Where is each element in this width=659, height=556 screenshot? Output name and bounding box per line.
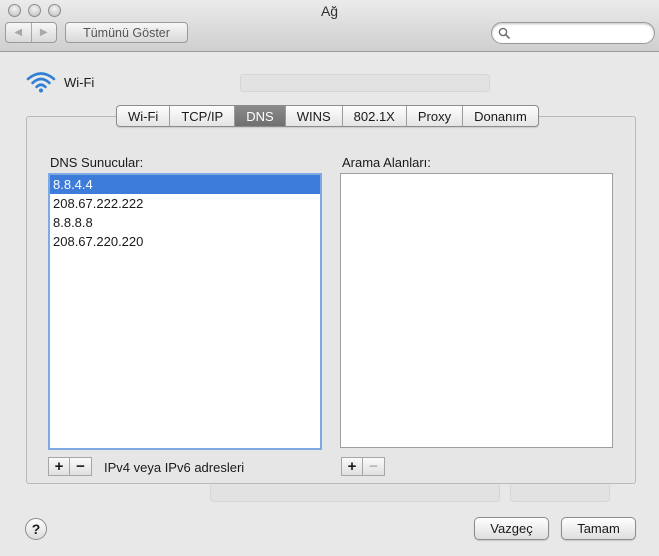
show-all-button[interactable]: Tümünü Göster	[65, 22, 188, 43]
dns-servers-list[interactable]: 8.8.4.4 208.67.222.222 8.8.8.8 208.67.22…	[48, 173, 322, 450]
tab-8021x[interactable]: 802.1X	[343, 106, 407, 126]
list-item[interactable]: 8.8.4.4	[50, 175, 320, 194]
interface-header: Wi-Fi	[26, 70, 94, 94]
settings-tabs: Wi-Fi TCP/IP DNS WINS 802.1X Proxy Donan…	[116, 105, 539, 127]
dns-add-remove-control: + −	[48, 457, 92, 476]
back-forward-control[interactable]: ◀ ▶	[5, 22, 57, 43]
address-hint: IPv4 veya IPv6 adresleri	[104, 460, 245, 475]
remove-dns-server-button[interactable]: −	[70, 458, 91, 475]
tab-wifi[interactable]: Wi-Fi	[117, 106, 171, 126]
search-icon	[498, 27, 510, 39]
search-domains-list[interactable]	[340, 173, 613, 448]
list-item[interactable]: 8.8.8.8	[50, 213, 320, 232]
search-domain-add-remove-control: + −	[341, 457, 385, 476]
interface-name: Wi-Fi	[64, 74, 95, 90]
tab-dns[interactable]: DNS	[235, 106, 286, 126]
tab-proxy[interactable]: Proxy	[407, 106, 464, 126]
add-dns-server-button[interactable]: +	[49, 458, 70, 475]
tab-tcpip[interactable]: TCP/IP	[170, 106, 236, 126]
list-item[interactable]: 208.67.220.220	[50, 232, 320, 251]
tab-wins[interactable]: WINS	[286, 106, 343, 126]
dns-servers-label: DNS Sunucular:	[50, 155, 144, 170]
window-toolbar: Ağ ◀ ▶ Tümünü Göster	[0, 0, 659, 52]
ok-button[interactable]: Tamam	[561, 517, 636, 540]
add-search-domain-button[interactable]: +	[342, 458, 363, 475]
tab-hardware[interactable]: Donanım	[463, 106, 538, 126]
search-field[interactable]	[491, 22, 655, 44]
search-input[interactable]	[514, 25, 644, 41]
back-arrow-icon[interactable]: ◀	[6, 23, 32, 42]
window-title: Ağ	[320, 3, 339, 19]
wifi-icon	[26, 72, 56, 93]
list-item[interactable]: 208.67.222.222	[50, 194, 320, 213]
cancel-button[interactable]: Vazgeç	[474, 517, 549, 540]
help-button[interactable]: ?	[25, 518, 47, 540]
search-domains-label: Arama Alanları:	[342, 155, 431, 170]
remove-search-domain-button[interactable]: −	[363, 458, 384, 475]
forward-arrow-icon[interactable]: ▶	[32, 23, 57, 42]
